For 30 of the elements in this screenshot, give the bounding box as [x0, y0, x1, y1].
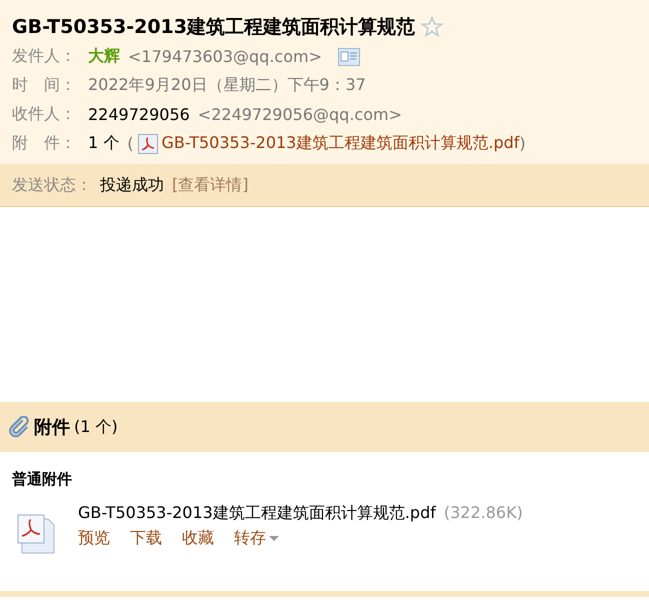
star-icon[interactable] — [421, 16, 443, 38]
field-label: 附 件： — [12, 133, 77, 154]
action-link[interactable]: 下载 — [130, 528, 162, 549]
attachment-link[interactable]: GB-T50353-2013建筑工程建筑面积计算规范.pdf — [162, 133, 520, 154]
field-label: 发件人： — [12, 46, 77, 67]
parenthesis: ( — [127, 134, 134, 153]
field-label: 时 间： — [12, 75, 77, 96]
save-to-menu[interactable]: 转存 — [234, 528, 279, 549]
file-size: (322.86K) — [444, 503, 523, 522]
sent-time: 2022年9月20日（星期二）下午9：37 — [88, 75, 366, 96]
recipient-name: 2249729056 — [88, 105, 190, 124]
attachment-count: 1 个 — [88, 133, 120, 154]
details-link[interactable]: [查看详情] — [172, 174, 248, 196]
attachment-count: (1 个) — [74, 416, 118, 438]
parenthesis: ) — [519, 134, 526, 153]
group-title: 普通附件 — [12, 470, 73, 489]
pdf-icon — [138, 134, 158, 154]
file-name: GB-T50353-2013建筑工程建筑面积计算规范.pdf — [78, 503, 436, 522]
status-value: 投递成功 — [100, 174, 164, 196]
action-link[interactable]: 收藏 — [182, 528, 214, 549]
paperclip-icon — [8, 416, 30, 438]
email-address: <2249729056@qq.com> — [198, 105, 402, 124]
contact-card-icon — [338, 48, 360, 66]
caret-icon — [269, 536, 279, 541]
action-link[interactable]: 预览 — [78, 528, 110, 549]
field-label: 收件人： — [12, 104, 77, 125]
email-address: <179473603@qq.com> — [128, 47, 322, 66]
section-title: 附件 — [34, 416, 70, 439]
status-label: 发送状态： — [12, 174, 92, 196]
email-subject: GB-T50353-2013建筑工程建筑面积计算规范 — [12, 15, 415, 40]
